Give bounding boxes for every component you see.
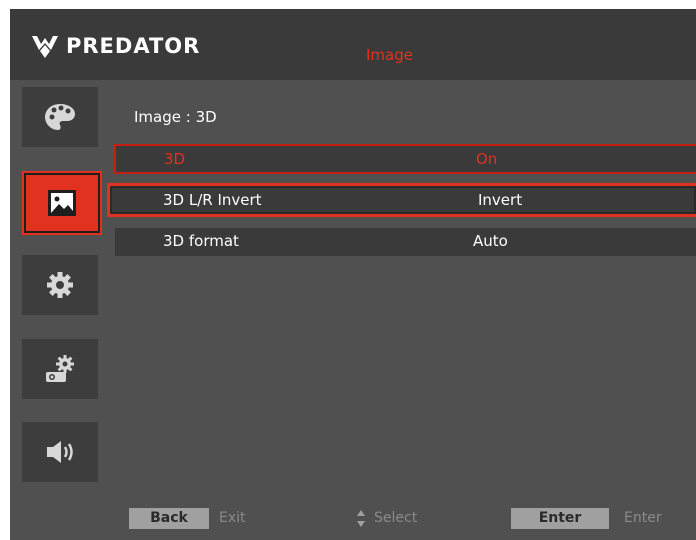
row-value: On [476, 150, 498, 168]
row-label: 3D [164, 150, 186, 168]
header-bar: PREDATOR Image [10, 9, 696, 80]
row-label: 3D format [163, 232, 239, 250]
speaker-icon [47, 441, 73, 463]
menu-row-3d-format[interactable]: 3D format Auto [115, 228, 696, 256]
menu-row-3d[interactable]: 3D On [114, 144, 696, 174]
row-value: Auto [473, 232, 508, 250]
enter-hint: Enter [624, 510, 662, 526]
menu-title: Image [366, 46, 413, 64]
sidebar-item-settings[interactable] [22, 255, 98, 315]
sidebar-item-image[interactable] [24, 173, 100, 233]
row-label: 3D L/R Invert [163, 191, 262, 209]
back-hint: Exit [219, 510, 246, 526]
osd-menu: PREDATOR Image Image: 3D 3D On 3D L/R I… [10, 9, 696, 540]
select-hint: Select [374, 510, 418, 526]
palette-icon [45, 104, 75, 130]
up-down-arrow-icon [357, 510, 365, 527]
predator-logo-icon [32, 36, 58, 58]
sidebar-item-system[interactable] [22, 339, 98, 399]
sidebar-item-audio[interactable] [22, 422, 98, 482]
sidebar-item-color[interactable] [22, 87, 98, 147]
row-value: Invert [478, 191, 523, 209]
breadcrumb: Image : 3D [134, 108, 217, 126]
picture-icon [48, 190, 76, 216]
gear-icon [47, 272, 73, 298]
back-key[interactable]: Back [129, 508, 209, 529]
projector-gear-icon [46, 355, 74, 382]
enter-key[interactable]: Enter [511, 508, 609, 529]
brand-text: PREDATOR [66, 34, 201, 58]
menu-row-3d-lr-invert[interactable]: 3D L/R Invert Invert [107, 183, 696, 217]
predator-logo: PREDATOR [32, 34, 200, 58]
